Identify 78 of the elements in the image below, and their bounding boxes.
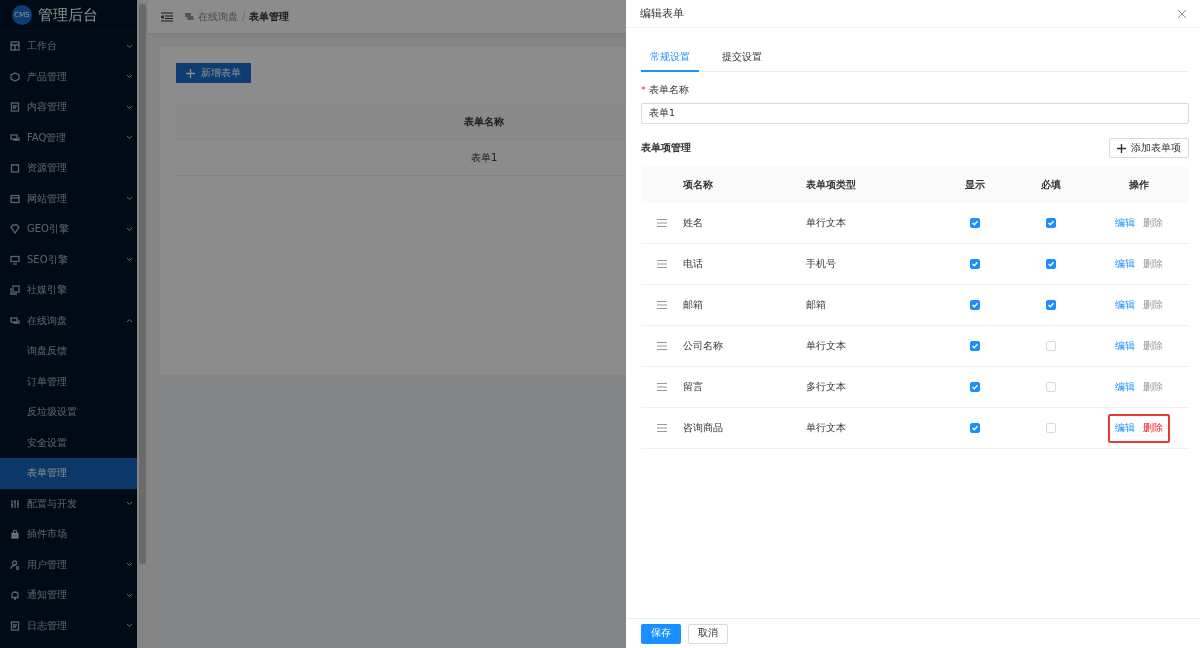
checkbox[interactable] xyxy=(1046,300,1056,310)
table-cell-text: 多行文本 xyxy=(806,380,847,394)
sidebar-item[interactable]: 日志管理 xyxy=(0,610,137,641)
breadcrumb-item: 表单管理 xyxy=(249,9,290,24)
sidebar-subitem[interactable]: 表单管理 xyxy=(0,458,137,489)
new-form-button[interactable]: 新增表单 xyxy=(176,63,251,83)
sidebar-item[interactable]: FAQ管理 xyxy=(0,122,137,153)
sidebar-item[interactable]: 插件市场 xyxy=(0,519,137,550)
sidebar-subitem[interactable]: 订单管理 xyxy=(0,366,137,397)
cancel-button[interactable]: 取消 xyxy=(688,623,728,644)
checkbox[interactable] xyxy=(970,423,980,433)
form-name-input[interactable]: 表单1 xyxy=(641,103,1189,124)
table-cell-text: 留言 xyxy=(683,380,704,394)
sidebar-item[interactable]: 资源管理 xyxy=(0,153,137,184)
drag-handle-icon[interactable] xyxy=(657,424,667,432)
app-title: 管理后台 xyxy=(38,5,98,25)
delete-link[interactable]: 删除 xyxy=(1142,216,1163,230)
edit-link[interactable]: 编辑 xyxy=(1114,339,1135,353)
plus-icon xyxy=(186,68,195,78)
edit-link[interactable]: 编辑 xyxy=(1114,216,1135,230)
checkbox[interactable] xyxy=(1046,218,1056,228)
close-icon[interactable] xyxy=(1178,9,1186,18)
tab[interactable]: 提交设置 xyxy=(713,46,771,72)
drag-handle-icon[interactable] xyxy=(657,219,667,227)
sidebar-subitem[interactable]: 反垃圾设置 xyxy=(0,397,137,428)
chat-icon xyxy=(185,12,194,21)
sidebar-item[interactable]: SEO引擎 xyxy=(0,244,137,275)
drag-handle-icon[interactable] xyxy=(657,260,667,268)
table-cell-text: 手机号 xyxy=(806,257,837,271)
sidebar-item[interactable]: 用户管理 xyxy=(0,549,137,580)
drag-handle-icon[interactable] xyxy=(657,301,667,309)
sidebar-item[interactable]: 社媒引擎 xyxy=(0,275,137,306)
table-cell-text: 单行文本 xyxy=(806,216,847,230)
sidebar-item[interactable]: 网站管理 xyxy=(0,183,137,214)
drawer-title: 编辑表单 xyxy=(640,6,684,21)
sidebar-item[interactable]: 工作台 xyxy=(0,31,137,62)
checkbox[interactable] xyxy=(970,218,980,228)
menu-fold-icon[interactable] xyxy=(161,11,173,22)
breadcrumb-separator: / xyxy=(242,11,246,22)
sidebar-item[interactable]: 在线询盘 xyxy=(0,305,137,336)
save-button[interactable]: 保存 xyxy=(641,623,681,644)
sidebar-item[interactable]: 内容管理 xyxy=(0,92,137,123)
table-cell-text: 姓名 xyxy=(683,216,704,230)
checkbox[interactable] xyxy=(970,341,980,351)
table-cell-text: 电话 xyxy=(683,257,704,271)
sidebar-subitem[interactable]: 安全设置 xyxy=(0,427,137,458)
checkbox[interactable] xyxy=(970,382,980,392)
edit-link[interactable]: 编辑 xyxy=(1114,380,1135,394)
plus-icon xyxy=(1117,143,1126,153)
required-mark: * xyxy=(641,84,646,97)
sidebar-item[interactable]: 通知管理 xyxy=(0,580,137,611)
add-item-button[interactable]: 添加表单项 xyxy=(1109,138,1189,158)
sidebar-subitem[interactable]: 询盘反馈 xyxy=(0,336,137,367)
sidebar-item[interactable]: GEO引擎 xyxy=(0,214,137,245)
checkbox[interactable] xyxy=(970,259,980,269)
table-cell-text: 邮箱 xyxy=(806,298,827,312)
drag-handle-icon[interactable] xyxy=(657,383,667,391)
delete-link[interactable]: 删除 xyxy=(1142,339,1163,353)
field-label: 表单名称 xyxy=(648,84,689,97)
delete-link[interactable]: 删除 xyxy=(1142,257,1163,271)
edit-link[interactable]: 编辑 xyxy=(1114,421,1135,435)
checkbox[interactable] xyxy=(970,300,980,310)
table-cell-text: 单行文本 xyxy=(806,421,847,435)
table-cell-text: 单行文本 xyxy=(806,339,847,353)
table-header: 项名称 表单项类型 显示 必填 操作 xyxy=(641,167,1189,203)
delete-link[interactable]: 删除 xyxy=(1142,380,1163,394)
drag-handle-icon[interactable] xyxy=(657,342,667,350)
table-cell-text: 公司名称 xyxy=(683,339,724,353)
delete-link[interactable]: 删除 xyxy=(1142,421,1163,435)
sidebar-item[interactable]: 产品管理 xyxy=(0,61,137,92)
tab[interactable]: 常规设置 xyxy=(641,46,699,72)
table-cell-text: 邮箱 xyxy=(683,298,704,312)
checkbox[interactable] xyxy=(1046,259,1056,269)
table-cell-text: 咨询商品 xyxy=(683,421,724,435)
delete-link[interactable]: 删除 xyxy=(1142,298,1163,312)
edit-link[interactable]: 编辑 xyxy=(1114,257,1135,271)
edit-link[interactable]: 编辑 xyxy=(1114,298,1135,312)
section-title: 表单项管理 xyxy=(641,141,691,155)
